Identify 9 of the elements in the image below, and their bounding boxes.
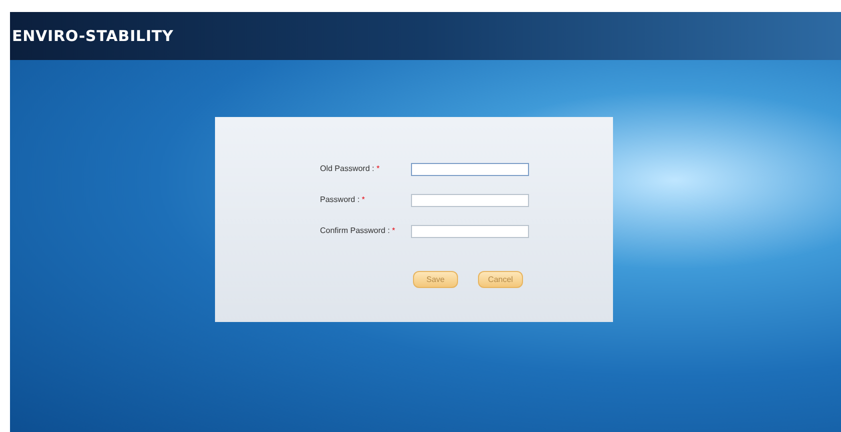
- field-label: Password : *: [319, 194, 366, 206]
- field-label: Old Password : *: [319, 163, 381, 175]
- password-field[interactable]: [411, 162, 529, 176]
- password-field[interactable]: [411, 194, 529, 206]
- app-title: ENVIRO-STABILITY: [12, 26, 174, 47]
- field-label: Confirm Password : *: [319, 225, 396, 237]
- save-button[interactable]: Save: [413, 271, 458, 288]
- password-field[interactable]: [411, 224, 529, 238]
- cancel-button[interactable]: Cancel: [478, 271, 523, 288]
